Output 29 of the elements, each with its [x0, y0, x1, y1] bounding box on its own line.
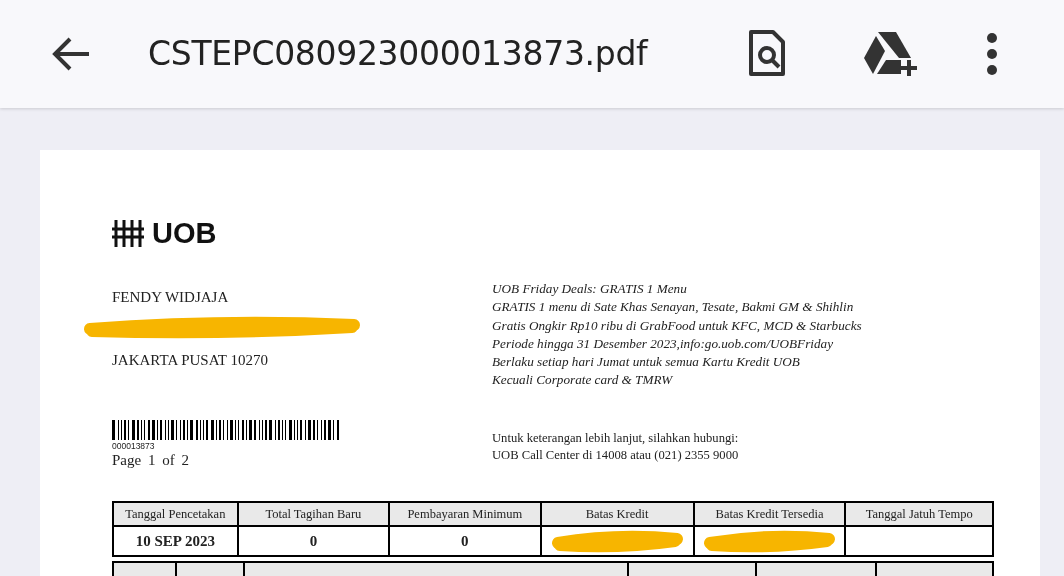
- address-line: FENDY WIDJAJA: [112, 289, 229, 305]
- promo-line: GRATIS 1 menu di Sate Khas Senayan, Tesate, Bakmi GM & Shihlin: [492, 299, 854, 315]
- address-line: JAKARTA PUSAT 10270: [112, 352, 268, 368]
- logo-icon: [112, 218, 144, 248]
- column-header: Tanggal Pencetakan: [125, 506, 226, 521]
- more-options-icon: [987, 33, 998, 75]
- table-value: 0: [461, 532, 469, 549]
- contact-line: UOB Call Center di 14008 atau (021) 2355 9000: [492, 447, 739, 462]
- document-search-icon: [747, 29, 788, 79]
- table-value: 10 SEP 2023: [135, 532, 215, 549]
- file-title: CSTEPC080923000013873.pdf: [148, 33, 648, 76]
- page-number: Page 1 of 2: [112, 451, 190, 469]
- logo-text: UOB: [152, 218, 217, 248]
- promo-line: UOB Friday Deals: GRATIS 1 Menu: [492, 281, 687, 296]
- contact-line: Untuk keterangan lebih lanjut, silahkan hubungi:: [492, 430, 739, 445]
- menu-button[interactable]: [985, 32, 1000, 76]
- column-header: Batas Kredit Tersedia: [715, 506, 824, 521]
- back-arrow-icon: [51, 36, 91, 72]
- column-header: Tanggal Jatuh Tempo: [865, 506, 973, 521]
- promo-line: Berlaku setiap hari Jumat untuk semua Kartu Kredit UOB: [492, 354, 800, 370]
- drive-plus-icon: [863, 30, 920, 78]
- column-header: Batas Kredit: [585, 506, 649, 521]
- column-header: Total Tagihan Baru: [265, 506, 362, 521]
- promo-line: Gratis Ongkir Rp10 ribu di GrabFood untuk KFC, MCD & Starbucks: [492, 317, 862, 333]
- column-header: Pembayaran Minimum: [407, 506, 523, 521]
- promo-line: Kecuali Corporate card & TMRW: [492, 372, 673, 388]
- barcode-number: 000013873: [112, 441, 156, 451]
- table-value: 0: [309, 532, 318, 549]
- promo-line: Periode hingga 31 Desember 2023,info:go.uob.com/UOBFriday: [492, 335, 833, 351]
